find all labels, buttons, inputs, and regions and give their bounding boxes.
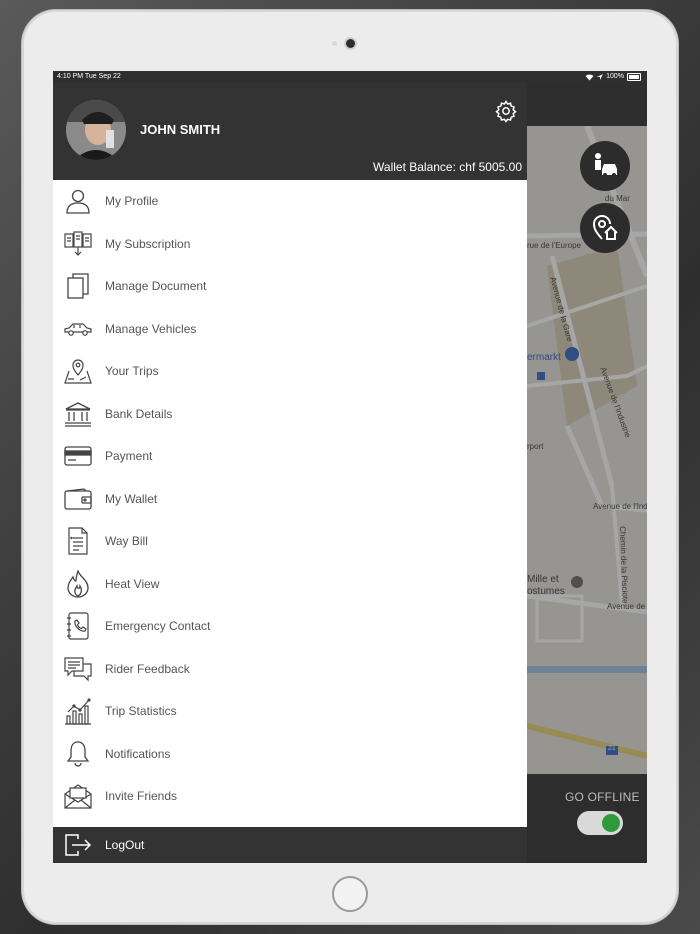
menu-item-rider-feedback[interactable]: Rider Feedback: [53, 648, 527, 691]
menu-label: My Subscription: [105, 236, 191, 251]
front-sensor: [332, 41, 337, 46]
menu-item-way-bill[interactable]: Way Bill: [53, 520, 527, 563]
menu-label: Manage Vehicles: [105, 321, 197, 336]
battery-percent: 100%: [606, 73, 624, 80]
settings-button[interactable]: [494, 99, 518, 123]
menu-item-my-wallet[interactable]: My Wallet: [53, 478, 527, 521]
go-offline-label: GO OFFLINE: [565, 790, 640, 804]
menu-item-manage-vehicles[interactable]: Manage Vehicles: [53, 308, 527, 351]
menu-item-bank-details[interactable]: Bank Details: [53, 393, 527, 436]
battery-icon: [627, 73, 641, 81]
menu-item-heat-view[interactable]: Heat View: [53, 563, 527, 606]
menu-item-emergency-contact[interactable]: Emergency Contact: [53, 605, 527, 648]
map-top-bar: [527, 83, 647, 126]
phone-book-icon: [64, 612, 92, 640]
menu-item-payment[interactable]: Payment: [53, 435, 527, 478]
menu-label: Manage Document: [105, 279, 207, 294]
menu-item-my-subscription[interactable]: My Subscription: [53, 223, 527, 266]
logout-icon: [64, 831, 92, 859]
waybill-icon: [64, 527, 92, 555]
wallet-icon: [64, 485, 92, 513]
status-bar: 4:10 PM Tue Sep 22 100%: [53, 71, 647, 83]
menu-label: Emergency Contact: [105, 619, 211, 634]
logout-button[interactable]: LogOut: [53, 827, 527, 863]
side-drawer: JOHN SMITH Wallet Balance: chf 5005.00 M…: [53, 83, 527, 863]
user-name: JOHN SMITH: [140, 122, 221, 137]
menu-item-trip-statistics[interactable]: Trip Statistics: [53, 690, 527, 733]
drawer-header: JOHN SMITH Wallet Balance: chf 5005.00: [53, 83, 527, 180]
location-icon: [597, 74, 604, 80]
envelope-icon: [64, 782, 92, 810]
screen: 4:10 PM Tue Sep 22 100% du Mar rue de l'…: [53, 71, 647, 863]
vehicle-icon: [64, 315, 92, 343]
front-camera: [346, 39, 355, 48]
online-toggle[interactable]: [577, 811, 623, 835]
logout-label: LogOut: [105, 838, 145, 852]
ride-request-button[interactable]: [580, 141, 630, 191]
menu-label: My Profile: [105, 194, 159, 209]
location-home-icon: [590, 213, 620, 243]
menu-label: Bank Details: [105, 406, 173, 421]
card-icon: [64, 442, 92, 470]
menu-item-invite-friends[interactable]: Invite Friends: [53, 775, 527, 818]
status-time: 4:10 PM Tue Sep 22: [57, 73, 121, 80]
menu-item-your-trips[interactable]: Your Trips: [53, 350, 527, 393]
driver-car-icon: [590, 151, 620, 181]
drawer-menu: My Profile My Subscription Manage Docume…: [53, 180, 527, 818]
bank-icon: [64, 400, 92, 428]
bell-icon: [64, 740, 92, 768]
document-icon: [64, 272, 92, 300]
menu-label: Invite Friends: [105, 789, 178, 804]
menu-item-notifications[interactable]: Notifications: [53, 733, 527, 776]
wallet-balance: Wallet Balance: chf 5005.00: [373, 160, 522, 174]
toggle-knob: [602, 814, 620, 832]
menu-label: Your Trips: [105, 364, 159, 379]
menu-label: Rider Feedback: [105, 661, 190, 676]
trips-map-icon: [64, 357, 92, 385]
availability-bar: GO OFFLINE: [527, 774, 647, 863]
flame-icon: [64, 569, 92, 598]
subscription-icon: [64, 230, 92, 258]
menu-label: Notifications: [105, 746, 171, 761]
menu-label: Trip Statistics: [105, 704, 177, 719]
menu-item-my-profile[interactable]: My Profile: [53, 180, 527, 223]
avatar[interactable]: [66, 100, 126, 160]
home-location-button[interactable]: [580, 203, 630, 253]
menu-label: Heat View: [105, 576, 160, 591]
menu-label: Payment: [105, 449, 153, 464]
map-view[interactable]: du Mar rue de l'Europe Avenue de la Gare…: [527, 126, 647, 774]
wifi-icon: [585, 73, 594, 81]
gear-icon: [494, 99, 518, 123]
menu-item-manage-document[interactable]: Manage Document: [53, 265, 527, 308]
statistics-icon: [64, 697, 92, 725]
feedback-icon: [64, 655, 92, 683]
home-button[interactable]: [332, 876, 368, 912]
status-indicators: 100%: [585, 71, 641, 83]
profile-icon: [64, 187, 92, 215]
menu-label: My Wallet: [105, 491, 158, 506]
menu-label: Way Bill: [105, 534, 148, 549]
